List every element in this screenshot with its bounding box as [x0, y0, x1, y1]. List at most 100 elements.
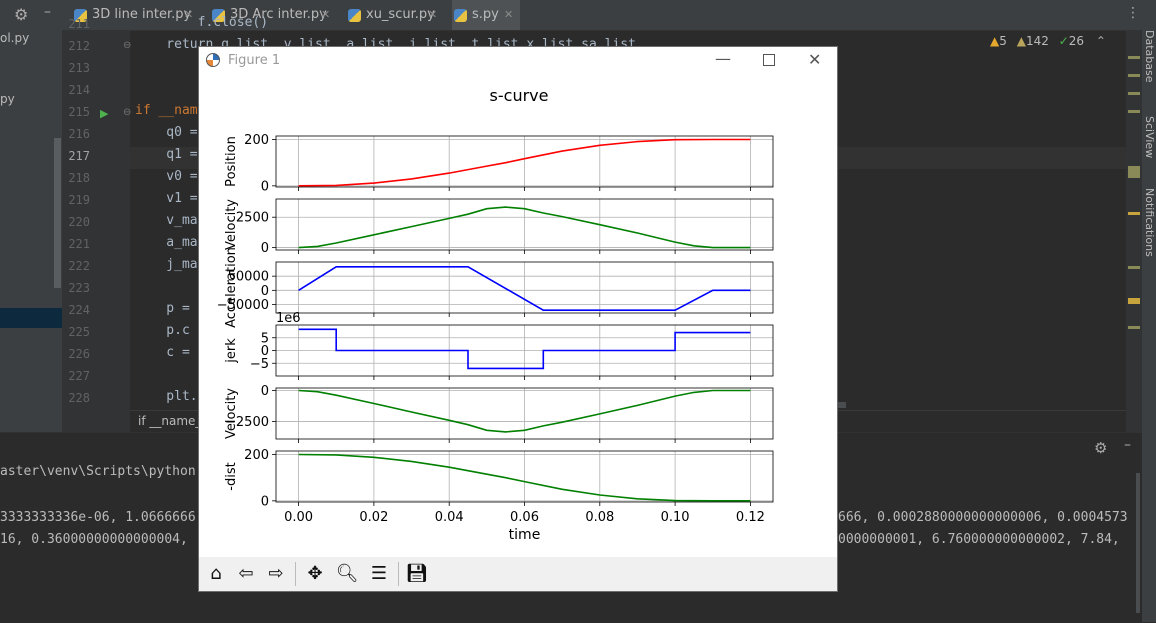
line-number: 228: [68, 391, 90, 405]
s-curve-figure: s-curve 0200Position02500Velocity500000−…: [217, 86, 774, 543]
code-line: p.c: [135, 323, 190, 338]
x-tick-label: 0.12: [736, 510, 765, 525]
breadcrumb[interactable]: if __name__: [138, 414, 207, 428]
line-number: 223: [68, 281, 90, 295]
weak-warning-icon: ▲: [1016, 34, 1026, 48]
vertical-scrollbar[interactable]: [1136, 473, 1140, 613]
figure-suptitle: s-curve: [490, 86, 549, 105]
stripe-mark: [1128, 326, 1140, 329]
code-line: v0 =: [135, 169, 206, 184]
x-tick-label: 0.00: [284, 510, 313, 525]
stripe-mark: [1128, 92, 1140, 95]
weak-warnings-count: 142: [1025, 34, 1049, 48]
line-number: 213: [68, 61, 90, 75]
database-tool-tab[interactable]: Database: [1142, 30, 1156, 83]
back-icon[interactable]: ⇦: [232, 561, 260, 587]
sciview-tool-tab[interactable]: SciView: [1142, 116, 1156, 158]
line-number: 222: [68, 259, 90, 273]
code-line: j_ma: [135, 257, 198, 272]
line-number: 217: [68, 149, 90, 163]
warnings-count: 5: [999, 34, 1007, 48]
more-tabs-icon[interactable]: ⋮: [1126, 5, 1140, 21]
x-tick-label: 0.10: [661, 510, 690, 525]
fold-icon[interactable]: ⊖: [123, 107, 131, 118]
code-line: f.close(): [135, 15, 269, 30]
y-axis-label: Velocity: [224, 388, 239, 439]
y-tick-label: 0: [261, 179, 269, 194]
save-icon[interactable]: 💾︎: [403, 561, 431, 587]
pan-icon[interactable]: ✥: [301, 561, 329, 587]
figure-toolbar: ⌂ ⇦ ⇨ ✥ 🔍︎ ☰ 💾︎: [199, 557, 837, 591]
line-number: 218: [68, 171, 90, 185]
code-line: p =: [135, 301, 198, 316]
line-number: 221: [68, 237, 90, 251]
line-number: 224: [68, 303, 90, 317]
line-number: 212: [68, 39, 90, 53]
y-tick-label: −5: [250, 357, 269, 372]
minimize-panel-icon[interactable]: –: [1124, 437, 1131, 453]
line-number: 226: [68, 347, 90, 361]
line-number: 216: [68, 127, 90, 141]
zoom-icon[interactable]: 🔍︎: [333, 561, 361, 587]
toolbar-separator: [295, 562, 296, 586]
stripe-mark: [1128, 298, 1140, 304]
console-line: 16, 0.36000000000000004,: [0, 532, 196, 547]
stripe-mark: [1128, 56, 1140, 59]
line-number: 227: [68, 369, 90, 383]
line-number: 220: [68, 215, 90, 229]
code-line: q1 =: [135, 147, 206, 162]
chevron-up-icon[interactable]: ⌃: [1096, 34, 1106, 48]
settings-icon[interactable]: ⚙: [1094, 439, 1107, 457]
close-icon[interactable]: ✕: [808, 50, 821, 69]
line-number: 211: [68, 17, 90, 31]
x-tick-label: 0.06: [510, 510, 539, 525]
y-axis-label: Position: [224, 136, 239, 187]
matplotlib-logo-icon: [206, 53, 220, 67]
window-title: Figure 1: [228, 53, 281, 68]
x-tick-label: 0.08: [585, 510, 614, 525]
stripe-mark: [1128, 110, 1140, 113]
stripe-mark: [1128, 74, 1140, 77]
check-icon: ✓: [1058, 34, 1069, 48]
fold-icon[interactable]: ⊖: [123, 40, 131, 51]
figure-title-bar: Figure 1 — ✕: [199, 47, 837, 75]
warning-icon: ▲: [990, 34, 1000, 48]
code-line: v_ma: [135, 213, 198, 228]
console-line: aster\venv\Scripts\python: [0, 464, 196, 479]
line-number: 215: [68, 105, 90, 119]
forward-icon[interactable]: ⇨: [262, 561, 290, 587]
console-line: 0000000001, 6.760000000000002, 7.84,: [838, 532, 1128, 547]
maximize-icon[interactable]: [763, 54, 775, 66]
y-axis-label: -dist: [224, 462, 239, 490]
offset-label: 1e6: [276, 311, 301, 326]
subplot-6: 0 200 -dist 0.00 0.02 0.04 0.06 0.08 0.10 0.12 tim…: [224, 448, 774, 543]
console-line: 666, 0.0002880000000000006, 0.0004573: [838, 510, 1128, 525]
toolbar-separator: [398, 562, 399, 586]
y-tick-label: 0: [261, 241, 269, 256]
y-axis-label: Acceleration: [224, 247, 239, 328]
y-axis-label: jerk: [224, 338, 239, 364]
stripe-mark: [1128, 166, 1140, 178]
inspection-status[interactable]: ▲5 ▲142 ✓26 ⌃: [990, 34, 1106, 48]
y-tick-label: 200: [244, 448, 269, 463]
y-tick-label: 0: [261, 384, 269, 399]
ok-count: 26: [1068, 34, 1085, 48]
y-axis-label: Velocity: [224, 199, 239, 250]
code-line: c =: [135, 345, 198, 360]
figure-window: Figure 1 — ✕ s-curve 0 200 Position 0 2500 Ve…: [198, 46, 838, 592]
line-number: 214: [68, 83, 90, 97]
x-tick-label: 0.02: [359, 510, 388, 525]
y-tick-label: 200: [244, 133, 269, 148]
code-line: v1 =: [135, 191, 206, 206]
stripe-mark: [1128, 212, 1140, 215]
minimize-icon[interactable]: —: [715, 49, 731, 68]
console-line: 3333333336e-06, 1.0666666: [0, 510, 196, 525]
home-icon[interactable]: ⌂: [202, 561, 230, 587]
notifications-tool-tab[interactable]: Notifications: [1142, 188, 1156, 257]
configure-icon[interactable]: ☰: [365, 561, 393, 587]
run-icon[interactable]: ▶: [100, 107, 108, 120]
code-line: q0 =: [135, 125, 206, 140]
line-number: 219: [68, 193, 90, 207]
code-line: plt.: [135, 389, 198, 404]
line-number: 225: [68, 325, 90, 339]
